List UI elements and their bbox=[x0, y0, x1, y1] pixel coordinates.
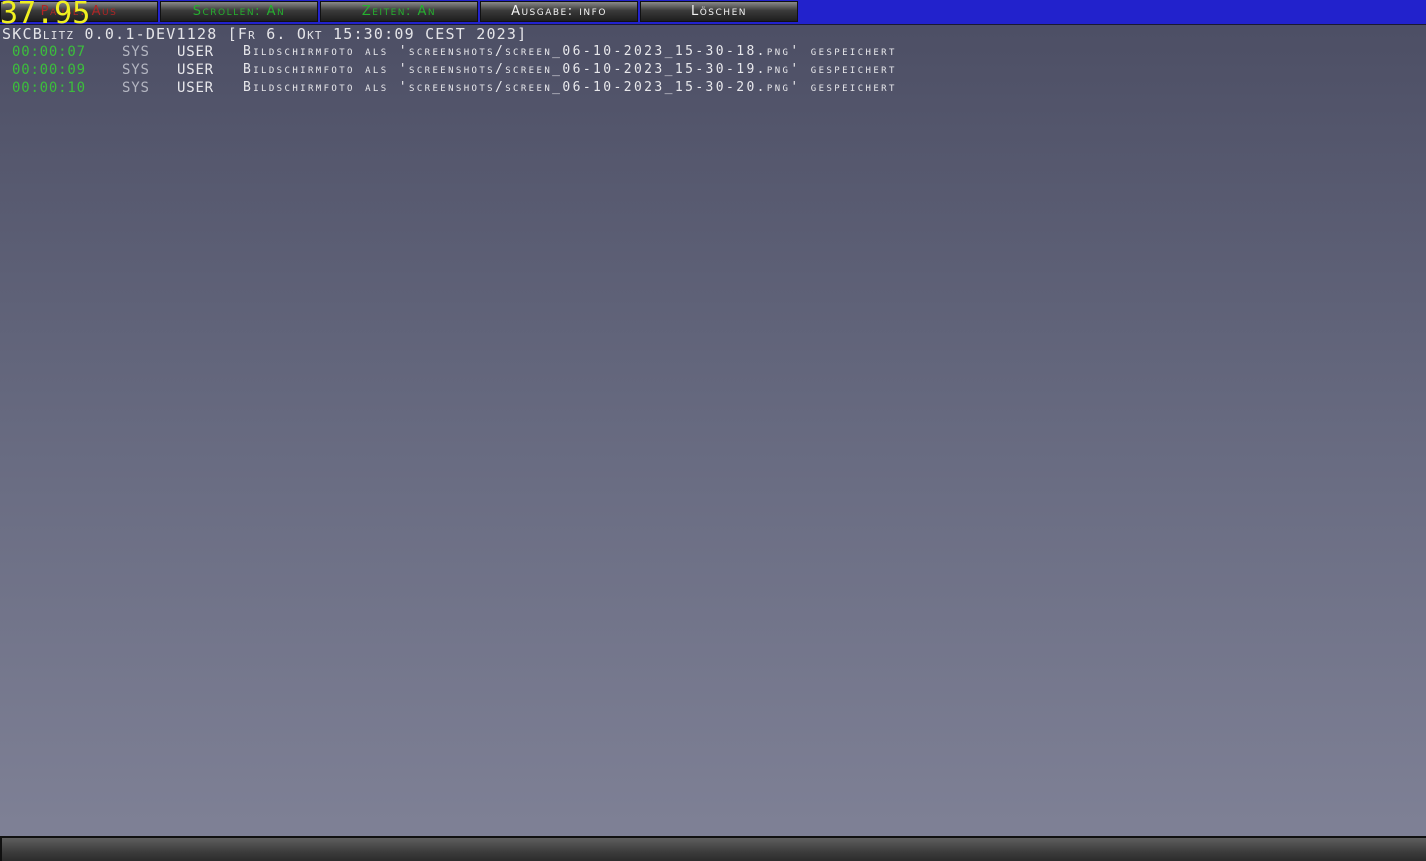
log-timestamp: 00:00:07 bbox=[12, 44, 86, 60]
log-source: USER bbox=[177, 62, 214, 78]
version-line: SKCBlitz 0.0.1-DEV1128 [Fr 6. Okt 15:30:… bbox=[2, 25, 528, 43]
log-message: Bildschirmfoto als 'screenshots/screen_0… bbox=[243, 80, 897, 95]
log-source: USER bbox=[177, 80, 214, 96]
log-level: SYS bbox=[122, 62, 150, 78]
command-input[interactable] bbox=[6, 840, 1416, 859]
log-timestamp: 00:00:09 bbox=[12, 62, 86, 78]
log-message: Bildschirmfoto als 'screenshots/screen_0… bbox=[243, 44, 897, 59]
log-level: SYS bbox=[122, 44, 150, 60]
log-level: SYS bbox=[122, 80, 150, 96]
times-toggle-button[interactable]: Zeiten: An bbox=[320, 1, 478, 22]
scroll-toggle-button[interactable]: Scrollen: An bbox=[160, 1, 318, 22]
log-message: Bildschirmfoto als 'screenshots/screen_0… bbox=[243, 62, 897, 77]
pause-toggle-button[interactable]: Pause: Aus bbox=[0, 1, 158, 22]
log-timestamp: 00:00:10 bbox=[12, 80, 86, 96]
console-screen: Pause: Aus Scrollen: An Zeiten: An Ausga… bbox=[0, 0, 1426, 861]
clear-button[interactable]: Löschen bbox=[640, 1, 798, 22]
output-level-button[interactable]: Ausgabe: info bbox=[480, 1, 638, 22]
log-source: USER bbox=[177, 44, 214, 60]
command-input-bar bbox=[0, 836, 1426, 861]
console-toolbar: Pause: Aus Scrollen: An Zeiten: An Ausga… bbox=[0, 0, 1426, 25]
